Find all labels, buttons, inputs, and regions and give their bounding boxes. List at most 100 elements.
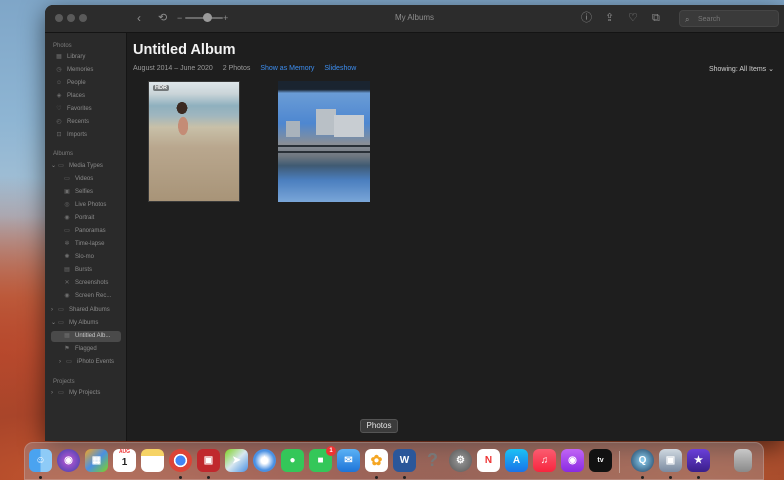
system-preferences-icon[interactable]: ⚙ <box>449 449 472 472</box>
sidebar-item-people[interactable]: ☺ People <box>55 78 86 89</box>
sidebar-item-label: iPhoto Events <box>77 359 115 365</box>
sidebar-item-label: Imports <box>67 132 88 138</box>
sidebar-item-untitled-album[interactable]: ▦ Untitled Alb... <box>51 331 121 342</box>
sidebar-item-media-types[interactable]: ⌄ ▭ Media Types <box>51 161 103 172</box>
sidebar-item-label: Videos <box>75 176 94 182</box>
facetime-icon[interactable]: ■ 1 <box>309 446 336 472</box>
sidebar-item-shared-albums[interactable]: › ▭ Shared Albums <box>51 305 110 316</box>
launchpad-icon[interactable]: ▦ <box>85 449 108 472</box>
screen-recording-icon: ◉ <box>64 293 70 299</box>
sidebar-item-favorites[interactable]: ♡ Favorites <box>55 104 91 115</box>
sidebar-item-portrait[interactable]: ◉ Portrait <box>63 213 94 224</box>
show-as-memory-link[interactable]: Show as Memory <box>260 65 314 72</box>
sidebar-item-bursts[interactable]: ▤ Bursts <box>63 265 92 276</box>
album-info-bar: August 2014 – June 2020 2 Photos Show as… <box>133 65 364 72</box>
sidebar-item-library[interactable]: ▦ Library <box>55 52 85 63</box>
app-store-icon[interactable]: A <box>505 449 528 472</box>
sidebar-item-label: Screen Rec... <box>75 293 112 299</box>
rotate-square-icon[interactable]: ⧉ <box>652 11 660 25</box>
selfie-icon: ▣ <box>64 189 70 195</box>
sidebar-item-selfies[interactable]: ▣ Selfies <box>63 187 93 198</box>
sidebar-item-label: Flagged <box>75 346 97 352</box>
share-icon[interactable]: ⇪ <box>605 11 614 25</box>
building-shape <box>334 115 364 137</box>
trash-icon[interactable] <box>734 449 752 472</box>
page-title: Untitled Album <box>133 42 236 58</box>
photo-thumbnail[interactable] <box>278 81 370 202</box>
sidebar-item-recents[interactable]: ◴ Recents <box>55 117 89 128</box>
heart-icon[interactable]: ♡ <box>628 11 638 25</box>
sidebar-section-albums: Albums <box>53 151 74 157</box>
info-icon[interactable]: ⓘ <box>581 11 592 25</box>
heart-icon: ♡ <box>56 106 62 112</box>
album-icon: ▦ <box>64 333 70 339</box>
sidebar-item-label: Selfies <box>75 189 94 195</box>
news-icon[interactable]: N <box>477 449 500 472</box>
showing-filter[interactable]: Showing: All Items ⌄ <box>709 65 774 73</box>
sidebar-item-panoramas[interactable]: ▭ Panoramas <box>63 226 106 237</box>
music-icon[interactable]: ♫ <box>533 449 556 472</box>
sidebar-item-slo-mo[interactable]: ✺ Slo-mo <box>63 252 94 263</box>
building-shape <box>286 121 300 137</box>
bridge-rail <box>278 151 370 153</box>
folder-icon: ▭ <box>58 390 64 396</box>
help-icon[interactable]: ? <box>421 449 444 472</box>
messages-icon[interactable]: ● <box>281 449 304 472</box>
window-title: My Albums <box>394 13 435 22</box>
word-icon[interactable]: W <box>393 449 416 472</box>
sidebar-item-screenshots[interactable]: ✕ Screenshots <box>63 278 108 289</box>
slideshow-link[interactable]: Slideshow <box>324 65 356 72</box>
podcasts-icon[interactable]: ◉ <box>561 449 584 472</box>
sidebar-item-label: Untitled Alb... <box>75 333 111 339</box>
calendar-day: 1 <box>121 457 128 468</box>
notes-icon[interactable] <box>141 449 164 472</box>
maps-icon[interactable]: ➤ <box>225 449 248 472</box>
running-indicator <box>179 476 182 479</box>
safari-icon[interactable]: ✦ <box>253 449 276 472</box>
chrome-icon[interactable] <box>169 449 192 472</box>
flag-icon: ⚑ <box>64 346 70 352</box>
sidebar-item-my-albums[interactable]: ⌄ ▭ My Albums <box>51 318 98 329</box>
sidebar-item-videos[interactable]: ▭ Videos <box>63 174 93 185</box>
chevron-down-icon: ⌄ <box>768 66 774 73</box>
photos-window: ‹ ⟲ − + My Albums ⓘ ⇪ ♡ ⧉ ⌕ Search Photo… <box>45 5 784 441</box>
sidebar-item-places[interactable]: ◈ Places <box>55 91 85 102</box>
search-placeholder: Search <box>698 16 721 23</box>
photo-count: 2 Photos <box>222 65 251 72</box>
sidebar-item-label: Library <box>67 54 86 60</box>
calendar-icon[interactable]: AUG 1 <box>113 449 136 472</box>
sidebar-item-time-lapse[interactable]: ✲ Time-lapse <box>63 239 104 250</box>
photos-icon[interactable]: ✿ <box>365 449 388 472</box>
photo-thumbnail[interactable]: HDR <box>148 81 240 202</box>
running-indicator <box>403 476 406 479</box>
tv-icon[interactable]: tv <box>589 449 612 472</box>
search-field[interactable]: ⌕ Search <box>679 10 779 27</box>
search-icon: ⌕ <box>685 15 690 24</box>
sidebar-item-label: My Albums <box>69 320 99 326</box>
shared-album-icon: ▭ <box>58 307 64 313</box>
screenshot-icon: ✕ <box>64 280 70 286</box>
mail-icon[interactable]: ✉ <box>337 449 360 472</box>
photo-booth-icon[interactable]: ▣ <box>197 449 220 472</box>
sidebar-item-my-projects[interactable]: › ▭ My Projects <box>51 388 100 399</box>
running-indicator <box>697 476 700 479</box>
preview-icon[interactable]: ▣ <box>659 449 682 472</box>
showing-filter-label: Showing: All Items <box>708 66 767 73</box>
slo-mo-icon: ✺ <box>64 254 70 260</box>
memories-icon: ◷ <box>56 67 62 73</box>
imovie-icon[interactable]: ★ <box>687 449 710 472</box>
calendar-month: AUG <box>118 449 131 455</box>
folder-icon: ▭ <box>66 359 72 365</box>
sidebar-item-label: Time-lapse <box>75 241 105 247</box>
sidebar-item-label: Memories <box>67 67 94 73</box>
sidebar-item-screen-recordings[interactable]: ◉ Screen Rec... <box>63 291 111 302</box>
sidebar-item-live-photos[interactable]: ◎ Live Photos <box>63 200 106 211</box>
sidebar-item-imports[interactable]: ⊡ Imports <box>55 130 87 141</box>
folder-icon: ▭ <box>58 320 64 326</box>
quicktime-icon[interactable]: Q <box>631 449 654 472</box>
finder-icon[interactable]: ☺ <box>29 449 52 472</box>
sidebar-item-memories[interactable]: ◷ Memories <box>55 65 93 76</box>
sidebar-item-iphoto-events[interactable]: › ▭ iPhoto Events <box>59 357 114 368</box>
sidebar-item-flagged[interactable]: ⚑ Flagged <box>63 344 97 355</box>
siri-icon[interactable]: ◉ <box>57 449 80 472</box>
